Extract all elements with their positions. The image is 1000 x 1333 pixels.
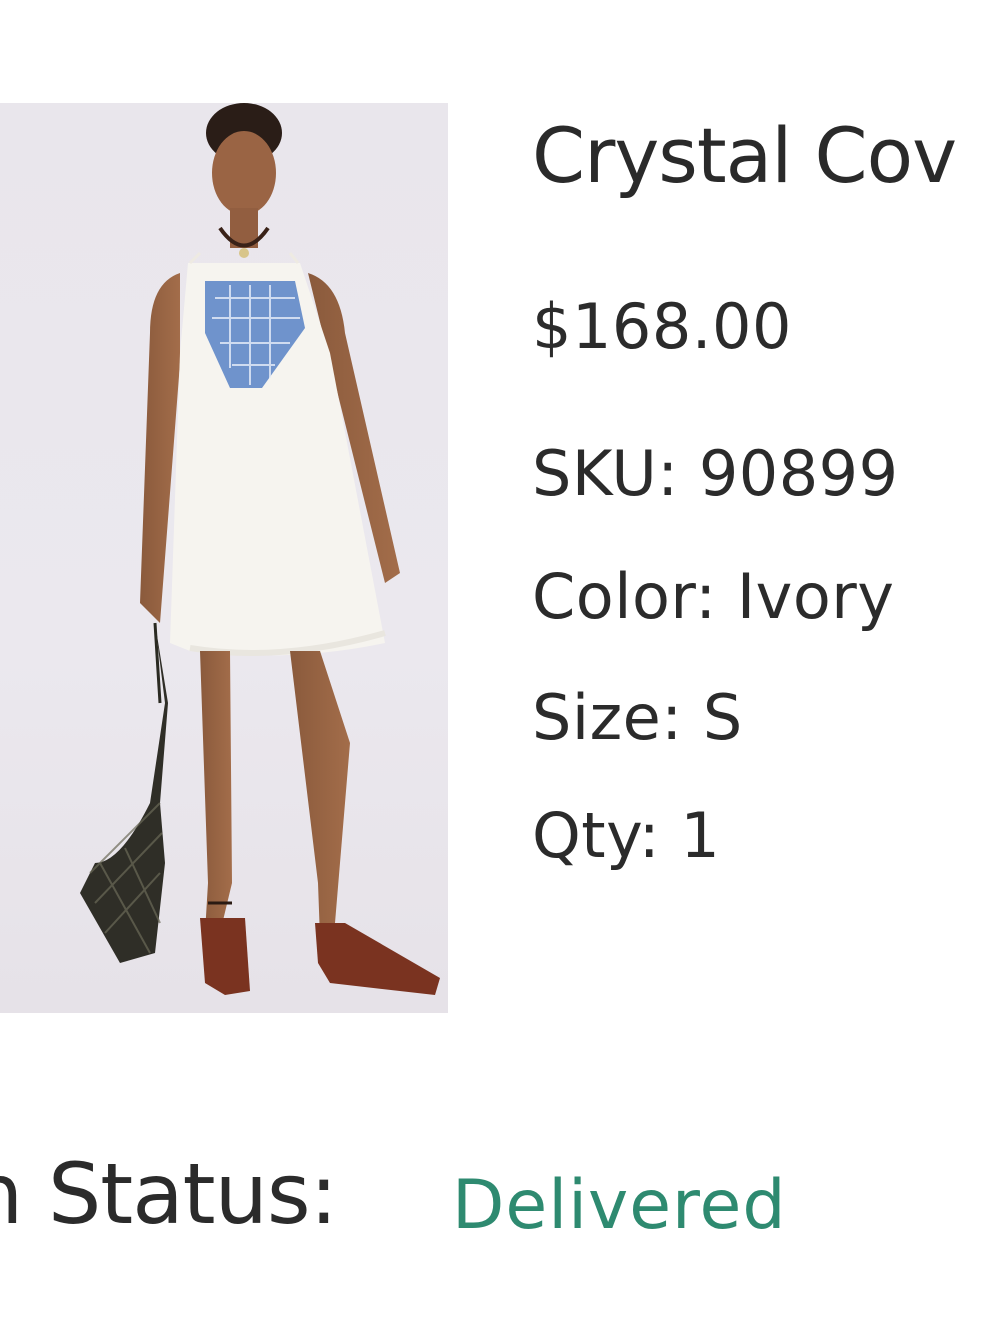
product-image[interactable] xyxy=(0,103,448,1013)
product-photo xyxy=(80,103,440,995)
status-value: Delivered xyxy=(452,1166,787,1245)
status-label: n Status: xyxy=(0,1145,338,1243)
product-price: $168.00 xyxy=(532,290,792,363)
product-color: Color: Ivory xyxy=(532,560,895,633)
product-details: Crystal Cov $168.00 SKU: 90899 Color: Iv… xyxy=(532,0,1000,900)
product-size: Size: S xyxy=(532,681,743,754)
product-sku: SKU: 90899 xyxy=(532,437,899,510)
order-status-row: n Status: Delivered xyxy=(0,1152,1000,1262)
product-title[interactable]: Crystal Cov xyxy=(532,118,957,194)
product-quantity: Qty: 1 xyxy=(532,799,721,872)
